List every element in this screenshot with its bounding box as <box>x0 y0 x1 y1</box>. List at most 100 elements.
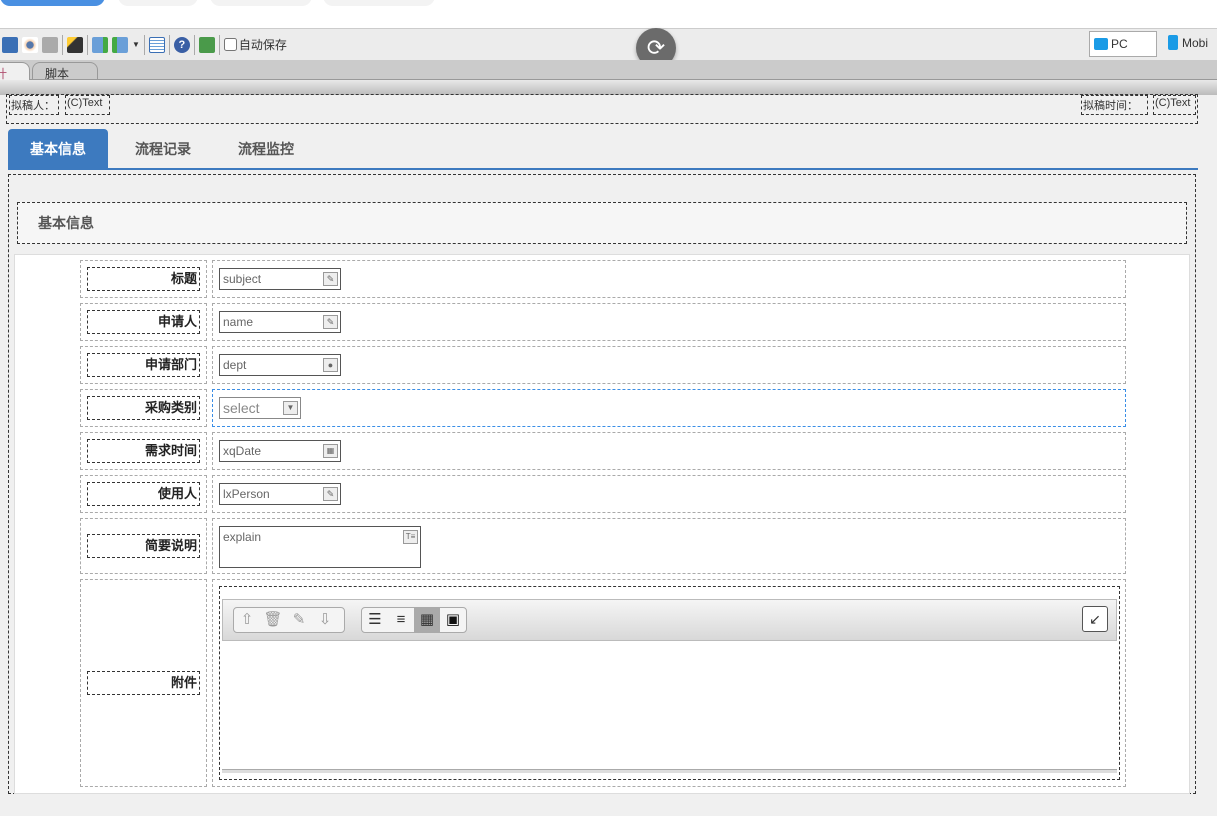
form-tabs: 基本信息 流程记录 流程监控 <box>8 128 1198 170</box>
dept-input[interactable]: dept ● <box>219 354 341 376</box>
help-icon[interactable]: ? <box>173 36 190 53</box>
purchase-type-value: select <box>223 400 260 416</box>
user-icon[interactable]: ● <box>323 358 338 372</box>
tab-flow-monitor[interactable]: 流程监控 <box>216 129 316 169</box>
divider <box>143 34 145 55</box>
divider <box>218 34 220 55</box>
explain-label: 简要说明 <box>87 534 200 558</box>
export-icon[interactable] <box>92 36 108 53</box>
mobile-label: Mobi <box>1182 35 1209 50</box>
field-label-cell: 标题 <box>80 260 207 298</box>
drafter-label: 拟稿人： <box>9 95 59 115</box>
applicant-input[interactable]: name ✎ <box>219 311 341 333</box>
textarea-icon: T≡ <box>403 530 418 544</box>
autosave-check[interactable] <box>223 38 237 51</box>
browser-tab[interactable] <box>323 0 435 6</box>
need-date-value: xqDate <box>223 444 262 458</box>
list-icon[interactable] <box>148 36 165 53</box>
edit-icon: ✎ <box>323 487 338 501</box>
pc-view-button[interactable]: PC <box>1089 31 1157 57</box>
header-container <box>6 94 1198 124</box>
download-icon[interactable]: ⇩ <box>312 608 338 632</box>
save-icon[interactable] <box>2 36 18 53</box>
preview-eye-icon[interactable] <box>22 36 38 53</box>
browser-tab-active[interactable] <box>0 0 105 6</box>
field-value-cell: name ✎ <box>212 303 1126 341</box>
field-value-cell: subject ✎ <box>212 260 1126 298</box>
expand-icon[interactable]: ↙ <box>1082 606 1108 632</box>
browser-top <box>0 0 1217 29</box>
file-actions-group: ⇧ 🗑 ✎ ⇩ <box>233 607 345 633</box>
explain-textarea[interactable]: explain T≡ <box>219 526 421 568</box>
attachment-label: 附件 <box>87 671 200 695</box>
image-view-icon[interactable]: ▣ <box>440 608 466 632</box>
subject-input[interactable]: subject ✎ <box>219 268 341 290</box>
calendar-icon[interactable]: ▦ <box>323 444 338 458</box>
attachment-widget: ⇧ 🗑 ✎ ⇩ ☰ ≡ ▦ ▣ ↙ <box>219 586 1120 780</box>
divider <box>62 34 63 55</box>
designer-tab-design[interactable]: 计 <box>0 62 30 81</box>
divider-bar <box>0 80 1217 95</box>
field-label-cell: 申请部门 <box>80 346 207 384</box>
designer-tab-script[interactable]: 脚本 <box>32 62 98 81</box>
field-label-cell: 申请人 <box>80 303 207 341</box>
browser-tab[interactable] <box>210 0 312 6</box>
print-icon[interactable] <box>42 36 58 53</box>
subject-value: subject <box>223 272 262 286</box>
pc-label: PC <box>1111 37 1128 51</box>
drafter-value: (C)Text <box>65 95 110 115</box>
view-mode-group: ☰ ≡ ▦ ▣ <box>361 607 467 633</box>
field-value-cell: ⇧ 🗑 ✎ ⇩ ☰ ≡ ▦ ▣ ↙ <box>212 579 1126 787</box>
browser-tab[interactable] <box>118 0 198 6</box>
edit-icon[interactable]: ✎ <box>286 608 312 632</box>
numbered-list-icon[interactable]: ≡ <box>388 608 414 632</box>
explain-value: explain <box>223 530 262 544</box>
need-date-label: 需求时间 <box>87 439 200 463</box>
field-label-cell: 需求时间 <box>80 432 207 470</box>
attachment-toolbar: ⇧ 🗑 ✎ ⇩ ☰ ≡ ▦ ▣ ↙ <box>222 599 1117 641</box>
delete-icon[interactable]: 🗑 <box>260 608 286 632</box>
dept-label: 申请部门 <box>87 353 200 377</box>
autosave-label: 自动保存 <box>238 38 287 52</box>
subject-label: 标题 <box>87 267 200 291</box>
tab-flow-record[interactable]: 流程记录 <box>113 129 213 169</box>
user-input[interactable]: lxPerson ✎ <box>219 483 341 505</box>
edit-icon: ✎ <box>323 272 338 286</box>
autosave-checkbox[interactable]: 自动保存 <box>223 36 287 53</box>
divider <box>193 34 195 55</box>
divider <box>168 34 170 55</box>
grid-view-icon[interactable]: ▦ <box>414 608 440 632</box>
field-label-cell: 附件 <box>80 579 207 787</box>
designer-tabbar: 计 脚本 <box>0 60 1217 81</box>
upload-icon[interactable]: ⇧ <box>234 608 260 632</box>
field-value-cell: select ▼ <box>212 389 1126 427</box>
tab-basic-info[interactable]: 基本信息 <box>8 129 108 169</box>
purchase-type-select[interactable]: select ▼ <box>219 397 301 419</box>
magic-wand-icon[interactable] <box>67 36 83 53</box>
chevron-down-icon: ▼ <box>283 401 298 415</box>
import-icon[interactable] <box>112 36 128 53</box>
toolbar: ▼ ? 自动保存 PC Mobi <box>0 29 1217 60</box>
edit-icon: ✎ <box>323 315 338 329</box>
list-view-icon[interactable]: ☰ <box>362 608 388 632</box>
dept-value: dept <box>223 358 247 372</box>
user-label: 使用人 <box>87 482 200 506</box>
field-label-cell: 使用人 <box>80 475 207 513</box>
mobile-icon <box>1168 35 1178 50</box>
monitor-icon <box>1094 38 1108 50</box>
field-label-cell: 采购类别 <box>80 389 207 427</box>
layers-icon[interactable] <box>198 36 215 53</box>
field-value-cell: dept ● <box>212 346 1126 384</box>
attachment-footer <box>222 769 1117 773</box>
applicant-label: 申请人 <box>87 310 200 334</box>
divider <box>87 34 88 55</box>
field-value-cell: lxPerson ✎ <box>212 475 1126 513</box>
mobile-view-button[interactable]: Mobi <box>1168 35 1208 50</box>
field-label-cell: 简要说明 <box>80 518 207 574</box>
need-date-input[interactable]: xqDate ▦ <box>219 440 341 462</box>
field-value-cell: xqDate ▦ <box>212 432 1126 470</box>
dropdown-arrow-icon[interactable]: ▼ <box>132 40 140 49</box>
user-value: lxPerson <box>223 487 270 501</box>
applicant-value: name <box>223 315 254 329</box>
purchase-type-label: 采购类别 <box>87 396 200 420</box>
